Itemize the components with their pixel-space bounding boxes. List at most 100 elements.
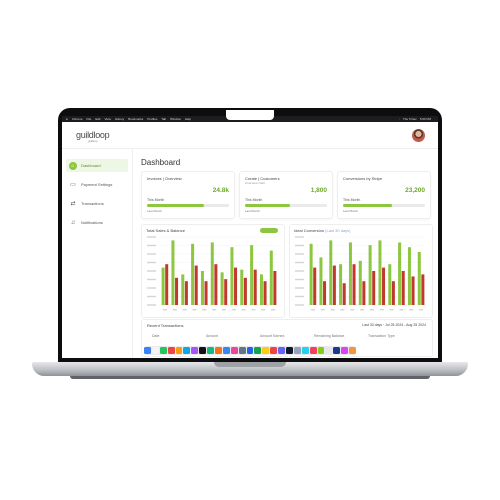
menu-time[interactable]: 5:00 PM [420,117,431,121]
bar[interactable] [234,267,238,305]
bar[interactable] [184,281,188,305]
menu-item-bookmarks[interactable]: Bookmarks [128,117,143,121]
stat-card-invoices[interactable]: Invoices | Overview 24.8k This Month Las… [141,171,235,219]
bar[interactable] [329,240,333,305]
bar[interactable] [358,260,362,305]
bar[interactable] [181,274,185,305]
bar[interactable] [398,242,402,305]
dock-app-icon[interactable] [183,347,191,354]
bar[interactable] [165,264,169,305]
bar[interactable] [273,271,277,305]
dock-app-icon[interactable] [191,347,199,354]
bar[interactable] [240,269,244,305]
bar[interactable] [200,271,204,305]
bar[interactable] [342,283,346,305]
bar[interactable] [352,264,356,305]
dock-app-icon[interactable] [309,347,317,354]
bar[interactable] [319,257,323,305]
dock-app-icon[interactable] [151,347,159,354]
menu-item-help[interactable]: Help [185,117,191,121]
date-range-picker[interactable]: Last 30 days · Jul 25 2024 - Aug 25 2024 [362,323,426,327]
menu-item-window[interactable]: Window [170,117,181,121]
dock-app-icon[interactable] [238,347,246,354]
bar[interactable] [230,247,234,305]
bar[interactable] [388,264,392,305]
dock-app-icon[interactable] [246,347,254,354]
menu-item-view[interactable]: View [105,117,111,121]
bar[interactable] [263,281,267,305]
sidebar-item-payment-settings[interactable]: ▭ Payment Settings [66,178,128,191]
sidebar-item-transactions[interactable]: ⇄ Transactions [66,197,128,210]
column-header-earned[interactable]: Amount Earned [260,334,314,338]
bar[interactable] [417,251,421,305]
bar[interactable] [348,242,352,305]
brand-logo[interactable]: guildloop guildloop [76,130,110,143]
bar[interactable] [269,250,273,305]
dock-app-icon[interactable] [207,347,214,354]
bar[interactable] [214,264,218,305]
bar[interactable] [309,243,313,305]
dock-app-icon[interactable] [230,347,238,354]
bar[interactable] [421,274,425,305]
stat-card-customers[interactable]: Create | Customers Overview chart 1,800 … [239,171,333,219]
dock-app-icon[interactable] [143,347,151,354]
bar[interactable] [407,247,411,305]
dock-app-icon[interactable] [262,347,270,354]
dock-app-icon[interactable] [278,347,286,354]
stat-card-conversions[interactable]: Conversions by Stripe 23,200 This Month … [337,171,431,219]
bar[interactable] [259,274,263,305]
sidebar-item-dashboard[interactable]: ⌂ Dashboard [66,159,128,172]
wifi-icon[interactable]: ◦ [399,117,400,121]
bar[interactable] [378,240,382,305]
column-header-amount[interactable]: Amount [206,334,260,338]
dock-app-icon[interactable] [167,347,175,354]
bar[interactable] [175,277,179,305]
bar[interactable] [220,272,224,305]
bar[interactable] [224,279,228,305]
dock-app-icon[interactable] [254,347,262,354]
bar[interactable] [323,281,327,305]
column-header-type[interactable]: Transaction Type [368,334,422,338]
bar[interactable] [313,267,317,305]
menu-item-edit[interactable]: Edit [95,117,100,121]
bar[interactable] [362,281,366,305]
dock-app-icon[interactable] [349,347,357,354]
bar[interactable] [194,265,198,305]
dock-app-icon[interactable] [325,347,333,354]
dock-app-icon[interactable] [175,347,183,354]
avatar[interactable] [412,129,425,142]
dock-app-icon[interactable] [293,347,301,354]
bar[interactable] [204,281,208,305]
menu-item-chrome[interactable]: Chrome [72,117,83,121]
menu-item-file[interactable]: File [86,117,91,121]
bar[interactable] [411,276,415,305]
menu-item-tab[interactable]: Tab [161,117,166,121]
dock-app-icon[interactable] [222,347,230,354]
bar[interactable] [243,277,247,305]
dock-app-icon[interactable] [341,347,349,354]
column-header-date[interactable]: Date [152,334,206,338]
bar[interactable] [250,245,254,305]
bar[interactable] [391,281,395,305]
column-header-balance[interactable]: Remaining Balance [314,334,368,338]
menu-date[interactable]: Thu 5 Dec [403,117,417,121]
bar[interactable] [401,271,405,305]
dock-app-icon[interactable] [199,347,207,354]
dock-app-icon[interactable] [286,347,293,354]
bar[interactable] [161,267,165,305]
dock-app-icon[interactable] [270,347,278,354]
bar[interactable] [339,264,343,305]
dock-app-icon[interactable] [301,347,309,354]
bar[interactable] [372,271,376,305]
sidebar-item-notifications[interactable]: ♫ Notifications [66,216,128,229]
bar[interactable] [332,265,336,305]
menu-item-history[interactable]: History [115,117,124,121]
dock-app-icon[interactable] [317,347,325,354]
bar[interactable] [210,242,214,305]
dock-app-icon[interactable] [333,347,341,354]
dock-app-icon[interactable] [215,347,222,354]
bar[interactable] [382,267,386,305]
bar[interactable] [191,243,195,305]
dock-app-icon[interactable] [159,347,167,354]
menu-item-profiles[interactable]: Profiles [147,117,157,121]
